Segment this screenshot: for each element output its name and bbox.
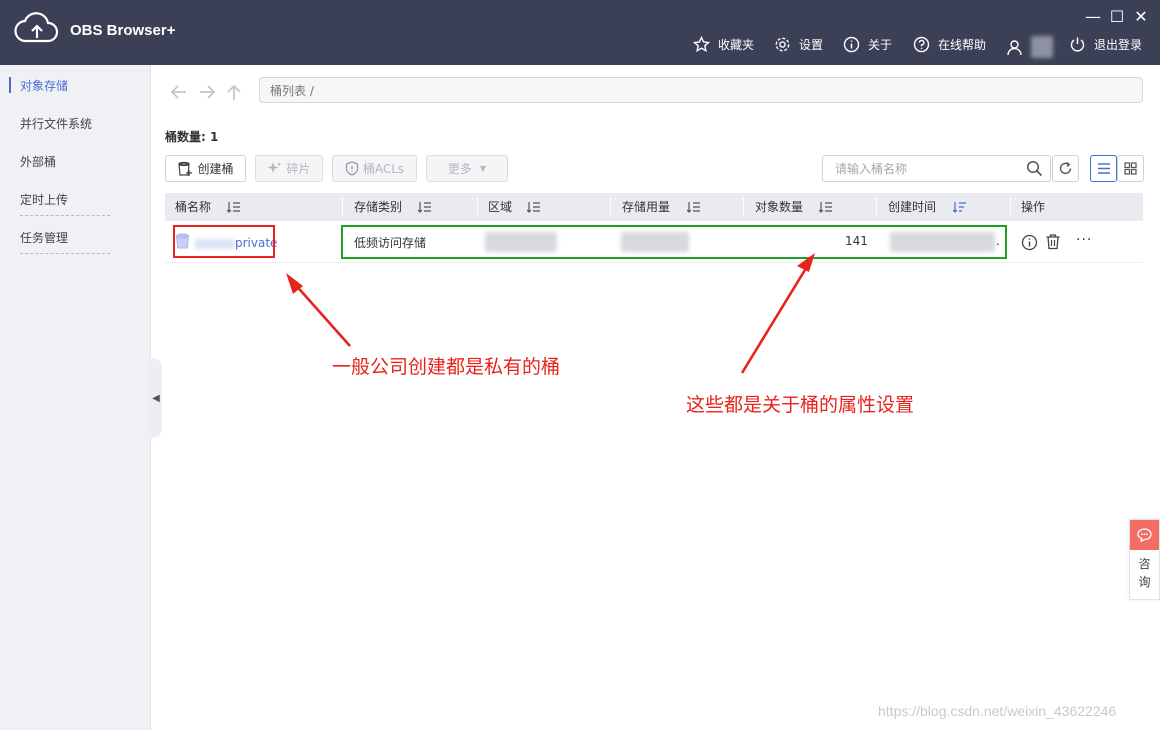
annotation-bucket-properties: 这些都是关于桶的属性设置 [686,394,915,416]
consult-header [1130,520,1159,550]
consult-label-line1: 咨 [1138,557,1151,571]
consult-widget[interactable]: 咨 询 [1129,519,1160,600]
chat-bubble-icon [1137,528,1152,542]
annotation-arrows [286,253,815,374]
watermark: https://blog.csdn.net/weixin_43622246 [878,703,1117,719]
consult-label: 咨 询 [1130,555,1159,591]
annotation-private-bucket: 一般公司创建都是私有的桶 [332,356,561,378]
consult-label-line2: 询 [1138,575,1151,589]
arrow-head-icon [797,253,815,272]
